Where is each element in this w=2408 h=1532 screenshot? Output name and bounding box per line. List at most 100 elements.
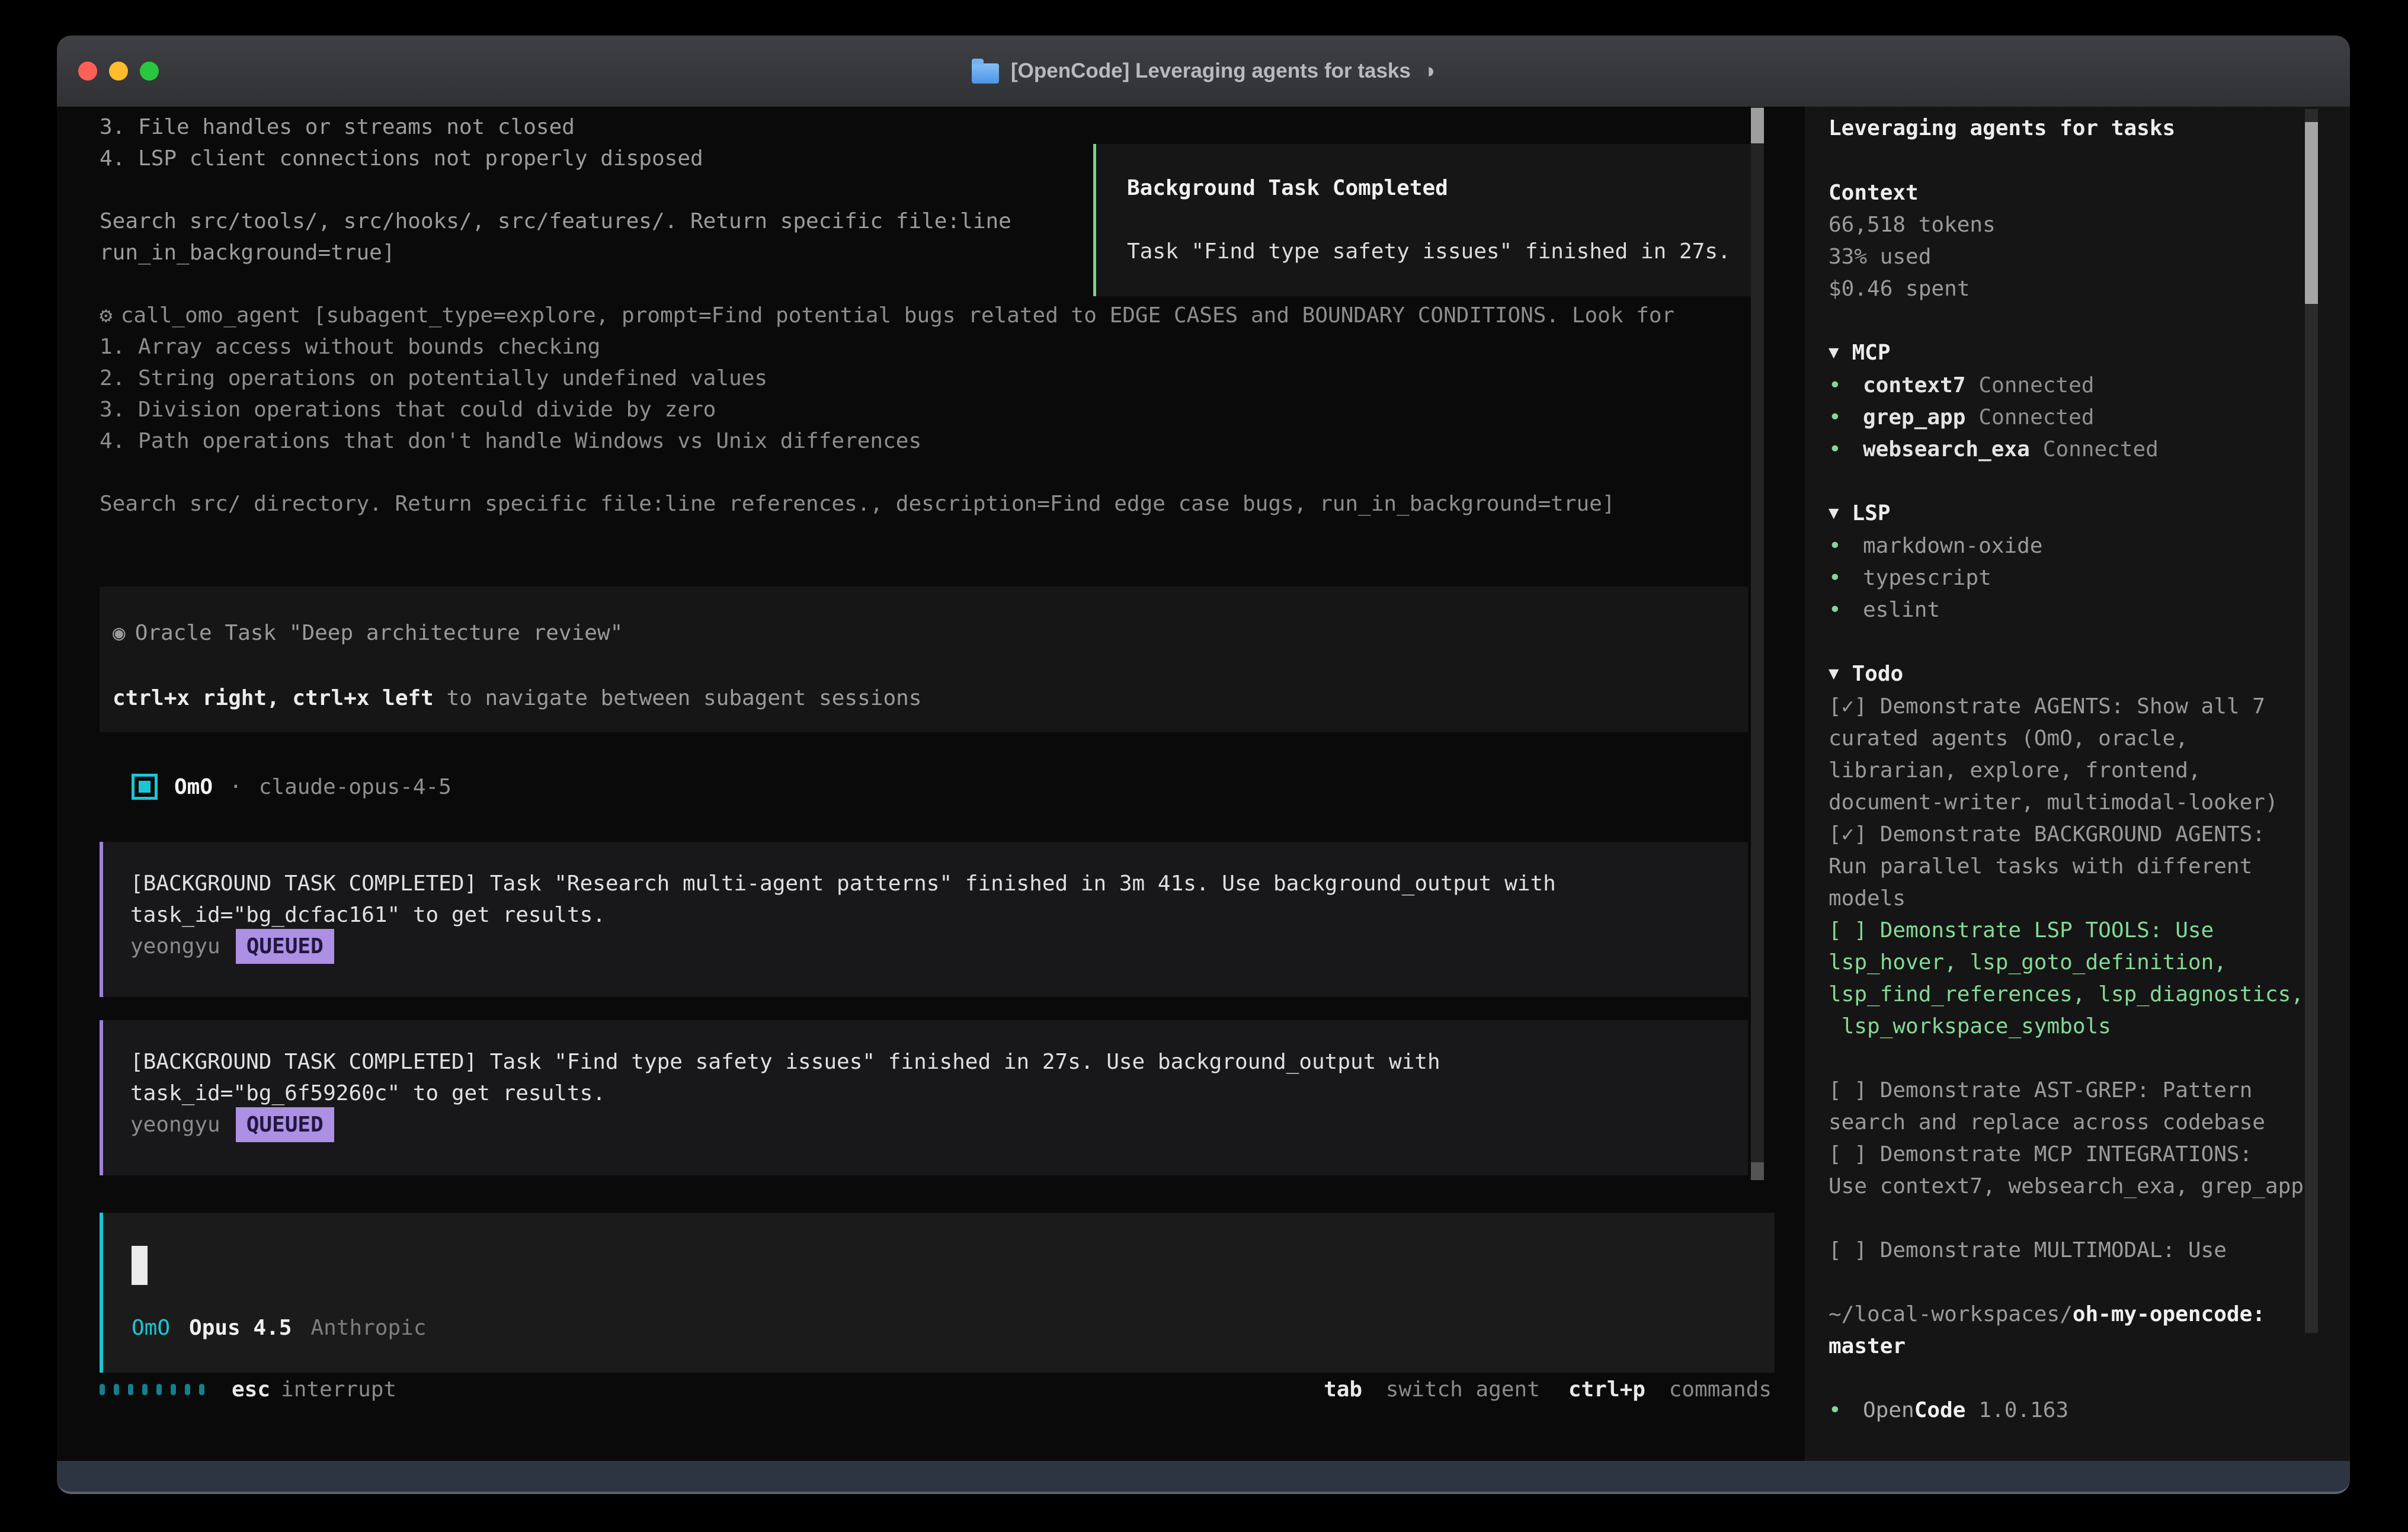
status-right: tab switch agent ctrl+p commands: [1324, 1377, 1772, 1402]
spinner-dot-icon: [128, 1384, 133, 1395]
bullet-icon: •: [1829, 562, 1863, 594]
chat-scrollbar[interactable]: [1751, 107, 1764, 1180]
status-badge: QUEUED: [236, 1107, 334, 1142]
tool-call-header: ⚙call_omo_agent [subagent_type=explore, …: [100, 300, 1674, 331]
spinner-dot-icon: [185, 1384, 190, 1395]
separator-dot: ·: [229, 775, 242, 799]
tab-key-hint: tab: [1324, 1377, 1362, 1402]
lsp-item: •eslint: [1829, 594, 2314, 626]
task-user: yeongyu: [130, 931, 220, 962]
todo-list: [✓] Demonstrate AGENTS: Show all 7curate…: [1829, 691, 2314, 1267]
todo-line: [ ] Demonstrate MCP INTEGRATIONS:: [1829, 1139, 2314, 1171]
todo-line: [✓] Demonstrate AGENTS: Show all 7: [1829, 691, 2314, 723]
minimize-button[interactable]: [109, 62, 128, 81]
titlebar: [OpenCode] Leveraging agents for tasks ◑: [57, 36, 2350, 108]
prompt-input[interactable]: OmO Opus 4.5 Anthropic: [100, 1213, 1775, 1373]
todo-item: [✓] Demonstrate AGENTS: Show all 7curate…: [1829, 691, 2314, 819]
todo-line: [ ] Demonstrate LSP TOOLS: Use: [1829, 915, 2314, 947]
context-used: 33% used: [1829, 241, 2314, 273]
mcp-item: •grep_appConnected: [1829, 402, 2314, 434]
lsp-heading[interactable]: ▼LSP: [1829, 498, 2314, 530]
spinner-dot-icon: [171, 1384, 176, 1395]
lsp-item: •markdown-oxide: [1829, 530, 2314, 562]
bullet-icon: •: [1829, 530, 1863, 562]
task-message-line: task_id="bg_6f59260c" to get results.: [130, 1078, 1748, 1109]
spinner-dot-icon: [100, 1384, 105, 1395]
agent-name: OmO: [174, 775, 213, 799]
todo-item: [ ] Demonstrate AST-GREP: Patternsearch …: [1829, 1075, 2314, 1139]
chat-line: 2. String operations on potentially unde…: [100, 363, 1674, 394]
bullet-icon: •: [1829, 594, 1863, 626]
background-task-message: [BACKGROUND TASK COMPLETED] Task "Find t…: [100, 1020, 1748, 1175]
background-task-toast: Background Task Completed Task "Find typ…: [1093, 144, 1757, 296]
status-bar: esc interrupt tab switch agent ctrl+p co…: [100, 1373, 1772, 1405]
spinner-dot-icon: [114, 1384, 119, 1395]
omo-agent-icon: [132, 774, 158, 800]
chat-line: [100, 457, 1674, 488]
gear-icon: ⚙: [100, 303, 113, 328]
background-task-message: [BACKGROUND TASK COMPLETED] Task "Resear…: [100, 842, 1748, 997]
todo-line: librarian, explore, frontend,: [1829, 755, 2314, 787]
chevron-down-icon: ▼: [1829, 496, 1839, 528]
toast-body: Task "Find type safety issues" finished …: [1127, 236, 1754, 267]
todo-line: lsp_workspace_symbols: [1829, 1011, 2314, 1043]
task-message-line: task_id="bg_dcfac161" to get results.: [130, 899, 1748, 931]
git-branch: master: [1829, 1331, 2314, 1363]
sidebar: Leveraging agents for tasks Context 66,5…: [1805, 107, 2350, 1461]
window-footer: [57, 1461, 2350, 1494]
window-title: [OpenCode] Leveraging agents for tasks ◑: [972, 59, 1435, 84]
fisheye-icon: ◉: [113, 621, 126, 645]
task-message-line: [BACKGROUND TASK COMPLETED] Task "Find t…: [130, 1046, 1748, 1078]
zoom-button[interactable]: [140, 62, 159, 81]
agent-header: OmO · claude-opus-4-5: [132, 767, 451, 806]
todo-line: Use context7, websearch_exa, grep_app: [1829, 1171, 2314, 1203]
chat-line: 1. Array access without bounds checking: [100, 331, 1674, 363]
app-window: [OpenCode] Leveraging agents for tasks ◑…: [57, 36, 2350, 1494]
todo-item: [ ] Demonstrate MCP INTEGRATIONS:Use con…: [1829, 1139, 2314, 1203]
ctrlp-key-label: commands: [1669, 1377, 1772, 1402]
chat-scrollbar-thumb-secondary[interactable]: [1751, 1162, 1764, 1180]
todo-line: [✓] Demonstrate BACKGROUND AGENTS:: [1829, 819, 2314, 851]
todo-heading[interactable]: ▼Todo: [1829, 658, 2314, 691]
input-provider: Anthropic: [310, 1312, 426, 1344]
mcp-section: ▼MCP •context7Connected •grep_appConnect…: [1829, 337, 2314, 466]
chat-line: 3. Division operations that could divide…: [100, 394, 1674, 425]
input-agent: OmO: [132, 1312, 170, 1344]
todo-item: [ ] Demonstrate LSP TOOLS: Uselsp_hover,…: [1829, 915, 2314, 1043]
close-button[interactable]: [78, 62, 97, 81]
todo-line: curated agents (OmO, oracle,: [1829, 723, 2314, 755]
bullet-icon: •: [1829, 370, 1863, 402]
mcp-item: •context7Connected: [1829, 370, 2314, 402]
todo-line: search and replace across codebase: [1829, 1107, 2314, 1139]
workspace-path: ~/local-workspaces/oh-my-opencode: maste…: [1829, 1299, 2314, 1363]
task-message-line: [BACKGROUND TASK COMPLETED] Task "Resear…: [130, 868, 1748, 899]
chat-line: 4. Path operations that don't handle Win…: [100, 425, 1674, 457]
context-spent: $0.46 spent: [1829, 273, 2314, 305]
status-badge: QUEUED: [236, 929, 334, 964]
version-row: • OpenCode1.0.163: [1829, 1395, 2314, 1427]
todo-item: [ ] Demonstrate MULTIMODAL: Use: [1829, 1235, 2314, 1267]
agent-model: claude-opus-4-5: [259, 775, 451, 799]
context-tokens: 66,518 tokens: [1829, 209, 2314, 241]
lsp-section: ▼LSP •markdown-oxide •typescript •eslint: [1829, 498, 2314, 626]
chat-area: 3. File handles or streams not closed 4. …: [57, 107, 1805, 1461]
input-model: Opus 4.5: [189, 1312, 292, 1344]
progress-circle-icon: ◑: [1423, 59, 1435, 83]
sidebar-scrollbar[interactable]: [2305, 109, 2318, 1333]
todo-item: [✓] Demonstrate BACKGROUND AGENTS:Run pa…: [1829, 819, 2314, 915]
todo-line: document-writer, multimodal-looker): [1829, 787, 2314, 819]
mcp-item: •websearch_exaConnected: [1829, 434, 2314, 466]
bullet-icon: •: [1829, 434, 1863, 466]
oracle-task-title: ◉Oracle Task "Deep architecture review": [113, 617, 1748, 649]
chat-line: 3. File handles or streams not closed: [100, 111, 1674, 143]
bullet-icon: •: [1829, 402, 1863, 434]
sidebar-scrollbar-thumb[interactable]: [2305, 122, 2318, 304]
ctrlp-key-hint: ctrl+p: [1568, 1377, 1645, 1402]
spinner-dots: [100, 1384, 204, 1395]
mcp-heading[interactable]: ▼MCP: [1829, 337, 2314, 370]
context-heading: Context: [1829, 177, 2314, 209]
task-user: yeongyu: [130, 1109, 220, 1140]
esc-key-label: interrupt: [281, 1377, 396, 1402]
chat-scrollbar-thumb[interactable]: [1751, 108, 1764, 143]
traffic-lights: [78, 36, 159, 107]
